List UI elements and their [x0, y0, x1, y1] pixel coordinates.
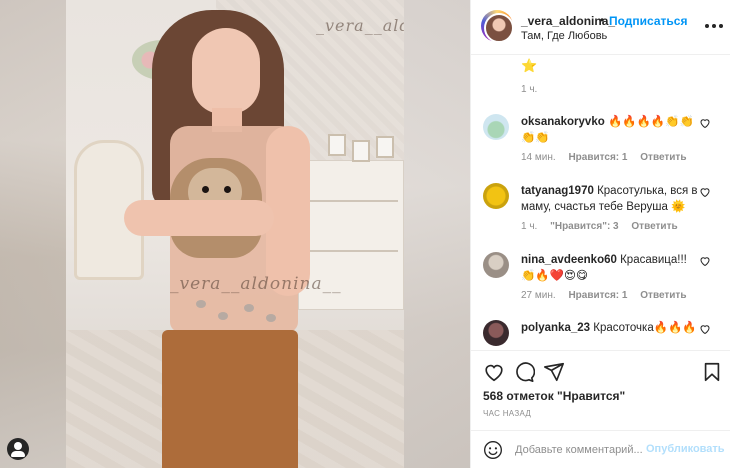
comment-text: ⭐ [521, 58, 538, 73]
comment-time: 27 мин. [521, 290, 556, 301]
person-face [192, 28, 260, 114]
sequin [244, 304, 254, 312]
reply-button[interactable]: Ответить [631, 221, 677, 232]
sequin [218, 312, 228, 320]
watermark-text: _vera__aldonina__ [316, 16, 404, 35]
comment-time: 1 ч. [521, 84, 538, 95]
post-photo[interactable]: _vera__aldonina__ _vera__aldonina__ [0, 0, 470, 468]
heart-icon[interactable] [699, 117, 711, 129]
follow-button[interactable]: Подписаться [609, 14, 687, 28]
comment-time: 14 мин. [521, 152, 556, 163]
avatar[interactable] [483, 183, 509, 209]
dot-separator: • [600, 13, 605, 27]
post-actions: 568 отметок "Нравится" ЧАС НАЗАД [471, 350, 730, 430]
avatar[interactable] [483, 114, 509, 140]
bookmark-icon[interactable] [701, 361, 723, 383]
publish-button[interactable]: Опубликовать [646, 443, 725, 455]
post-header: _vera_aldonina_ • Подписаться Там, Где Л… [471, 0, 730, 55]
comment-likes[interactable]: Нравится: 1 [568, 290, 627, 301]
comment-username[interactable]: oksanakoryvko [521, 116, 605, 128]
comment-body: nina_avdeenko60 Красавица!!! 👏🔥❤️😍😋 [521, 252, 701, 284]
location-link[interactable]: Там, Где Любовь [521, 30, 607, 42]
comment-input[interactable] [515, 441, 645, 459]
sequin [266, 314, 276, 322]
reply-button[interactable]: Ответить [640, 152, 686, 163]
instagram-post-modal: _vera__aldonina__ _vera__aldonina__ _ver… [0, 0, 730, 468]
comment-body: tatyanag1970 Красотулька, вся в маму, сч… [521, 183, 701, 215]
comment-likes[interactable]: Нравится: 1 [568, 152, 627, 163]
comment-likes[interactable]: "Нравится": 3 [550, 221, 619, 232]
watermark-text: _vera__aldonina__ [170, 274, 342, 294]
comment-meta: 1 ч. [521, 84, 547, 95]
dog-eye [224, 186, 231, 193]
person-pants [162, 330, 298, 468]
add-comment-bar: Опубликовать [471, 430, 730, 468]
comment-meta: 27 мин. Нравится: 1 Ответить [521, 290, 696, 301]
shelf-line [304, 250, 398, 252]
dog-eye [202, 186, 209, 193]
share-icon[interactable] [543, 361, 565, 383]
reply-button[interactable]: Ответить [640, 290, 686, 301]
comment-text: Красоточка🔥🔥🔥 [593, 322, 697, 334]
comment-icon[interactable] [513, 361, 535, 383]
more-options-icon[interactable] [703, 16, 725, 36]
comment-meta: 1 ч. "Нравится": 3 Ответить [521, 221, 688, 232]
emoji-icon[interactable] [483, 440, 503, 460]
heart-icon[interactable] [699, 323, 711, 335]
comment-username[interactable]: polyanka_23 [521, 322, 590, 334]
post-timestamp: ЧАС НАЗАД [483, 409, 532, 418]
person-arm [124, 200, 274, 236]
comment-body: oksanakoryvko 🔥🔥🔥🔥👏👏👏👏 [521, 114, 701, 146]
photo-frame [376, 136, 394, 158]
photo-frame [352, 140, 370, 162]
avatar[interactable] [483, 252, 509, 278]
shelf-line [304, 200, 398, 202]
avatar[interactable] [481, 10, 514, 43]
photo-content: _vera__aldonina__ _vera__aldonina__ [66, 0, 404, 468]
post-side-panel: _vera_aldonina_ • Подписаться Там, Где Л… [470, 0, 730, 468]
comments-list[interactable]: ⭐ 1 ч. oksanakoryvko 🔥🔥🔥🔥👏👏👏👏 14 мин. Нр… [471, 56, 730, 350]
comment-meta: 14 мин. Нравится: 1 Ответить [521, 152, 696, 163]
comment-time: 1 ч. [521, 221, 538, 232]
heart-icon[interactable] [483, 361, 505, 383]
sequin [196, 300, 206, 308]
like-count[interactable]: 568 отметок "Нравится" [483, 389, 625, 403]
avatar[interactable] [483, 320, 509, 346]
comment-username[interactable]: tatyanag1970 [521, 185, 594, 197]
photo-frame [328, 134, 346, 156]
heart-icon[interactable] [699, 186, 711, 198]
comment-username[interactable]: nina_avdeenko60 [521, 254, 617, 266]
blurred-right-edge [404, 0, 470, 468]
comment-body: polyanka_23 Красоточка🔥🔥🔥 [521, 320, 701, 336]
tagged-user-icon[interactable] [7, 438, 29, 460]
heart-icon[interactable] [699, 255, 711, 267]
blurred-left-edge [0, 0, 66, 468]
